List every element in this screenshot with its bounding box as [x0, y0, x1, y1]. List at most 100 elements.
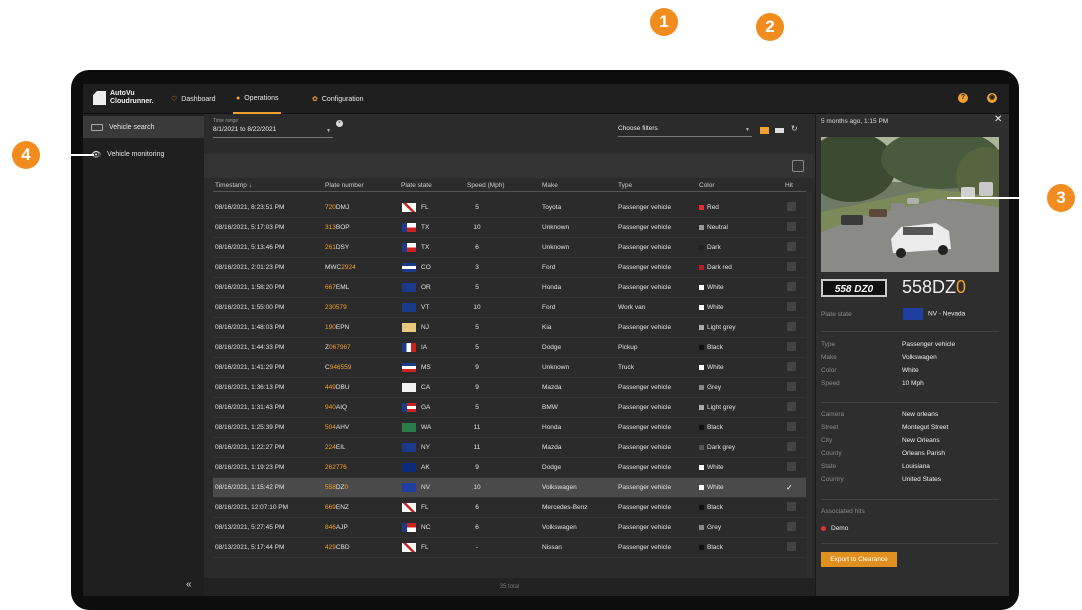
table-row[interactable]: 08/16/2021, 1:31:43 PM 940AIQ GA 5 BMW Passen… [213, 398, 806, 418]
hit-checkbox[interactable] [787, 422, 796, 431]
state-flag-icon [402, 343, 416, 352]
plate-text: EIL [335, 444, 346, 451]
table-scrollbar[interactable] [807, 192, 812, 578]
nav-operations[interactable]: ● Operations [233, 84, 282, 114]
state-flag-icon [402, 303, 416, 312]
choose-filters-label: Choose filters [618, 125, 658, 132]
list-view-icon[interactable] [775, 128, 784, 133]
time-range-select[interactable]: 8/1/2021 to 8/22/2021 ▼ [213, 126, 333, 138]
export-table-icon[interactable] [792, 160, 804, 172]
detail-label: Street [821, 424, 839, 431]
cell-make: Volkswagen [542, 484, 577, 491]
hit-checkbox[interactable] [787, 242, 796, 251]
table-row[interactable]: 08/16/2021, 1:58:20 PM 667EML OR 5 Honda Pass… [213, 278, 806, 298]
hit-checkbox[interactable] [787, 382, 796, 391]
hit-checkbox[interactable] [787, 202, 796, 211]
check-icon[interactable]: ✓ [786, 483, 793, 492]
cell-plate-state: IA [401, 343, 467, 352]
chevron-down-icon: ▼ [326, 128, 331, 134]
grid-view-icon[interactable] [760, 127, 769, 134]
color-swatch [699, 504, 704, 510]
hit-checkbox[interactable] [787, 262, 796, 271]
help-icon[interactable]: ? [958, 93, 968, 103]
detail-value: New orleans [902, 411, 939, 418]
cell-make: Dodge [542, 464, 562, 471]
header-make[interactable]: Make [542, 182, 618, 191]
hit-checkbox[interactable] [787, 282, 796, 291]
state-code: AK [421, 464, 430, 472]
table-row[interactable]: 08/16/2021, 12:07:10 PM 669ENZ FL 6 Mercedes… [213, 498, 806, 518]
table-row[interactable]: 08/13/2021, 5:17:44 PM 429CBD FL - Nissan Pas… [213, 538, 806, 558]
callout-4: 4 [12, 141, 40, 169]
cell-hit [785, 322, 806, 333]
table-row[interactable]: 08/13/2021, 5:27:45 PM 846AJP NC 6 Volkswage… [213, 518, 806, 538]
cell-plate-number: 261DSY [325, 244, 401, 251]
table-row[interactable]: 08/16/2021, 5:13:46 PM 261DSY TX 6 Unknown Pa… [213, 238, 806, 258]
header-color[interactable]: Color [699, 182, 785, 191]
collapse-sidebar-button[interactable]: « [186, 579, 192, 590]
sidebar-item-vehicle-monitoring[interactable]: 👁 Vehicle monitoring [83, 143, 204, 165]
color-label: Black [707, 344, 723, 351]
clear-time-range-icon[interactable]: × [336, 120, 343, 127]
hit-checkbox[interactable] [787, 362, 796, 371]
user-icon[interactable]: ◉ [987, 93, 997, 103]
cell-type: Passenger vehicle [618, 544, 672, 551]
state-flag-icon [402, 543, 416, 552]
detail-label: Color [821, 367, 837, 374]
table-row[interactable]: 08/16/2021, 1:44:33 PM Z067967 IA 5 Dodge Pic… [213, 338, 806, 358]
hit-checkbox[interactable] [787, 302, 796, 311]
state-code: NV [421, 484, 431, 492]
table-row[interactable]: 08/16/2021, 1:36:13 PM 449DBU CA 9 Mazda Pass… [213, 378, 806, 398]
hit-checkbox[interactable] [787, 462, 796, 471]
hit-item[interactable]: Demo [821, 525, 848, 532]
hit-checkbox[interactable] [787, 402, 796, 411]
table-row[interactable]: 08/16/2021, 5:17:03 PM 313BOP TX 10 Unknown P… [213, 218, 806, 238]
header-timestamp[interactable]: Timestamp ↓ [213, 182, 325, 191]
hit-checkbox[interactable] [787, 542, 796, 551]
table-row[interactable]: 08/16/2021, 1:55:00 PM 230579 VT 10 Ford Work… [213, 298, 806, 318]
table-row[interactable]: 08/16/2021, 1:22:27 PM 224EIL NY 11 Mazda Pas… [213, 438, 806, 458]
callout-4-line [40, 154, 94, 156]
table-row[interactable]: 08/16/2021, 1:48:03 PM 190EPN NJ 5 Kia Passen… [213, 318, 806, 338]
close-icon[interactable]: ✕ [994, 114, 1002, 125]
logo-mark-icon [93, 91, 106, 105]
export-to-clearance-button[interactable]: Export to Clearance [821, 552, 897, 567]
detail-value: 10 Mph [902, 380, 924, 387]
hit-checkbox[interactable] [787, 522, 796, 531]
plate-highlight: 940 [325, 404, 336, 411]
cell-color: White [699, 464, 785, 471]
cell-color: Red [699, 204, 785, 211]
header-speed[interactable]: Speed (Mph) [467, 182, 542, 191]
cell-make: Volkswagen [542, 524, 577, 531]
cell-speed: 5 [475, 324, 479, 331]
hit-checkbox[interactable] [787, 222, 796, 231]
hit-checkbox[interactable] [787, 442, 796, 451]
table-row[interactable]: 08/16/2021, 2:01:23 PM MWC2924 CO 3 Ford Pass… [213, 258, 806, 278]
sidebar-item-vehicle-search[interactable]: Vehicle search [83, 116, 204, 138]
nav-dashboard[interactable]: ♡ Dashboard [171, 84, 216, 114]
table-row[interactable]: 08/16/2021, 8:23:51 PM 720DMJ FL 5 Toyota Pas… [213, 198, 806, 218]
cell-hit [785, 502, 806, 513]
nav-configuration[interactable]: ✿ Configuration [312, 84, 364, 114]
cell-color: Dark red [699, 264, 785, 271]
table-row[interactable]: 08/16/2021, 1:41:29 PM C946559 MS 9 Unknown T… [213, 358, 806, 378]
cell-color: White [699, 484, 785, 491]
table-row[interactable]: 08/16/2021, 1:15:42 PM 558DZ0 NV 10 Volkswag… [213, 478, 806, 498]
header-plate-state[interactable]: Plate state [401, 182, 467, 191]
cell-type: Passenger vehicle [618, 324, 672, 331]
color-swatch [699, 364, 704, 370]
detail-value: United States [902, 476, 942, 483]
table-row[interactable]: 08/16/2021, 1:19:23 PM 262776 AK 9 Dodge Pass… [213, 458, 806, 478]
refresh-icon[interactable]: ↻ [791, 124, 800, 133]
cell-timestamp: 08/13/2021, 5:27:45 PM [215, 524, 285, 531]
choose-filters-select[interactable]: Choose filters ▼ [618, 125, 752, 137]
header-hit[interactable]: Hit [785, 182, 806, 191]
header-plate-number[interactable]: Plate number [325, 182, 401, 191]
hit-checkbox[interactable] [787, 342, 796, 351]
header-type[interactable]: Type [618, 182, 699, 191]
hit-checkbox[interactable] [787, 502, 796, 511]
read-time: 5 months ago, 1:15 PM [821, 118, 889, 125]
cell-plate-number: 429CBD [325, 544, 401, 551]
table-row[interactable]: 08/16/2021, 1:25:39 PM 504AHV WA 11 Honda Pas… [213, 418, 806, 438]
hit-checkbox[interactable] [787, 322, 796, 331]
